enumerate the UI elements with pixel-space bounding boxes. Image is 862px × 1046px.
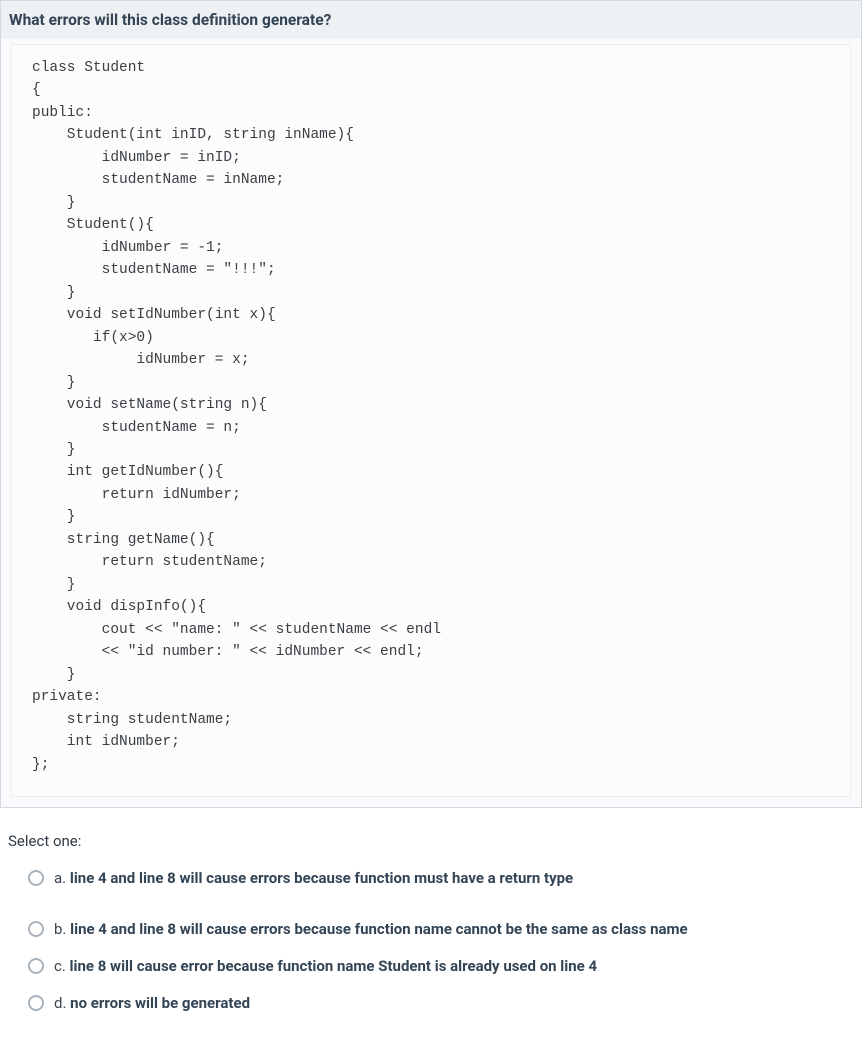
option-b[interactable]: b. line 4 and line 8 will cause errors b… xyxy=(28,919,854,940)
option-c-letter: c. xyxy=(54,957,66,975)
radio-b[interactable] xyxy=(28,921,44,937)
option-b-text: line 4 and line 8 will cause errors beca… xyxy=(70,920,688,938)
select-one-prompt: Select one: xyxy=(8,832,854,850)
radio-c[interactable] xyxy=(28,958,44,974)
option-d[interactable]: d. no errors will be generated xyxy=(28,993,854,1014)
option-a[interactable]: a. line 4 and line 8 will cause errors b… xyxy=(28,868,854,889)
option-d-text: no errors will be generated xyxy=(70,994,250,1012)
option-d-label[interactable]: d. no errors will be generated xyxy=(54,993,250,1014)
option-c-text: line 8 will cause error because function… xyxy=(70,957,598,975)
code-content: class Student { public: Student(int inID… xyxy=(32,57,834,776)
question-header: What errors will this class definition g… xyxy=(1,1,861,38)
answer-section: Select one: a. line 4 and line 8 will ca… xyxy=(0,808,862,1046)
option-a-letter: a. xyxy=(54,869,66,887)
radio-d[interactable] xyxy=(28,995,44,1011)
option-c-label[interactable]: c. line 8 will cause error because funct… xyxy=(54,956,597,977)
option-b-label[interactable]: b. line 4 and line 8 will cause errors b… xyxy=(54,919,688,940)
question-title: What errors will this class definition g… xyxy=(9,11,849,29)
question-container: What errors will this class definition g… xyxy=(0,0,862,808)
option-b-letter: b. xyxy=(54,920,66,938)
option-a-label[interactable]: a. line 4 and line 8 will cause errors b… xyxy=(54,868,573,889)
option-a-text: line 4 and line 8 will cause errors beca… xyxy=(70,869,573,887)
radio-a[interactable] xyxy=(28,870,44,886)
code-block: class Student { public: Student(int inID… xyxy=(11,44,851,797)
option-c[interactable]: c. line 8 will cause error because funct… xyxy=(28,956,854,977)
option-d-letter: d. xyxy=(54,994,66,1012)
